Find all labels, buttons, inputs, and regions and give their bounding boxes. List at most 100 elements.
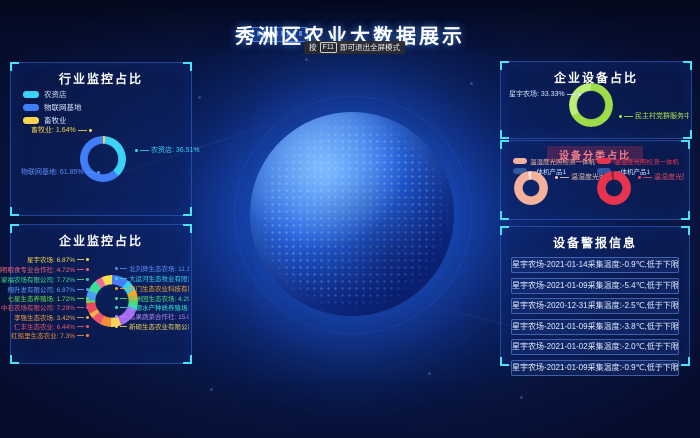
corner-accent xyxy=(500,226,509,235)
legend-swatch xyxy=(23,91,39,98)
chart-label: 红船里生态农业: 7.3% xyxy=(13,330,89,340)
alarm-list-item: 星宇农场-2021-01-09采集温度:-3.8℃,低于下限:0℃ xyxy=(511,319,679,335)
chart-label-minzhu: 民主村党群服务中心: xyxy=(619,111,689,121)
corner-accent xyxy=(500,140,509,149)
alarm-list-item: 星宇农场-2020-12-31采集温度:-2.5℃,低于下限:0℃ xyxy=(511,298,679,314)
alarm-list-item: 星宇农场-2021-01-14采集温度:-0.9℃,低于下限:0℃ xyxy=(511,257,679,273)
chart-label-livestock: 畜牧业: 1.64% xyxy=(31,125,92,135)
legend-label: 农资店 xyxy=(44,89,67,100)
chart-label: 瓜果蔬菜合作社: 15.02% xyxy=(115,311,189,321)
chart-label-text: 北刘舜生态农场: 11.16% xyxy=(129,263,189,273)
corner-accent xyxy=(681,140,690,149)
corner-accent xyxy=(681,211,690,220)
bg-dot xyxy=(210,388,213,391)
chart-label: 新硕生态农业有限公司: 6.87% xyxy=(115,321,189,331)
callout-line xyxy=(77,335,84,336)
enterprise-panel-title: 企业监控占比 xyxy=(11,232,191,249)
chart-label-text: 中石农场有限公司: 7.29% xyxy=(1,302,75,312)
legend-label: 物联网基地 xyxy=(44,102,82,113)
callout-dot xyxy=(135,149,138,152)
bg-dot xyxy=(305,58,308,61)
fullscreen-tip-suffix: 即可退出全屏模式 xyxy=(340,42,400,53)
panel-device-classification: 设备分类占比 温湿度光照检测一体机 一体机产品1 温湿度光照检测一 温湿度光照检… xyxy=(500,140,690,220)
callout-line xyxy=(77,289,84,290)
legend-item[interactable]: 温湿度光照检测一体机 xyxy=(513,157,595,165)
callout-line xyxy=(77,317,84,318)
legend-swatch xyxy=(23,104,39,111)
callout-dot xyxy=(86,316,89,319)
callout-line xyxy=(140,150,149,151)
corner-accent xyxy=(500,357,509,366)
chart-label-text: 农资店: 36.51% xyxy=(151,145,200,155)
callout-line xyxy=(120,307,127,308)
alarm-list-item: 星宇农场-2021-01-09采集温度:-0.9℃,低于下限:0℃ xyxy=(511,360,679,376)
legend-label: 温湿度光照检测一体机 xyxy=(614,156,679,166)
corner-accent xyxy=(183,207,192,216)
f11-key-badge: F11 xyxy=(320,42,338,53)
legend-item[interactable]: 农资店 xyxy=(23,89,82,100)
callout-dot xyxy=(86,306,89,309)
callout-dot xyxy=(86,268,89,271)
callout-line xyxy=(624,116,633,117)
corner-accent xyxy=(683,130,692,139)
callout-line xyxy=(120,268,127,269)
callout-line xyxy=(120,316,127,317)
chart-label: 剑明粮食专业合作社: 4.72% xyxy=(13,264,89,274)
chart-label-text: 新硕生态农业有限公司: 6.87% xyxy=(129,321,189,331)
corner-accent xyxy=(183,355,192,364)
fullscreen-tip-prefix: 按 xyxy=(309,42,317,53)
chart-label: 温湿度光照检测一 xyxy=(638,172,684,182)
callout-dot xyxy=(555,176,558,179)
alarm-list-item: 星宇农场-2021-01-02采集温度:-2.0℃,低于下限:0℃ xyxy=(511,339,679,355)
corner-accent xyxy=(10,355,19,364)
class-left-donut-chart[interactable] xyxy=(514,171,548,205)
callout-dot xyxy=(86,325,89,328)
bg-dot xyxy=(470,82,473,85)
callout-line xyxy=(77,307,84,308)
legend-label: 温湿度光照检测一体机 xyxy=(530,156,595,166)
corner-accent xyxy=(681,357,690,366)
chart-label-xingyu: 星宇农场: 33.33% xyxy=(509,89,581,99)
callout-line xyxy=(86,172,95,173)
chart-label-text: 畜牧业: 1.64% xyxy=(31,125,76,135)
callout-dot xyxy=(115,297,118,300)
chart-label: 中石农场有限公司: 7.29% xyxy=(13,302,89,312)
callout-line xyxy=(120,326,127,327)
corner-accent xyxy=(183,224,192,233)
corner-accent xyxy=(500,130,509,139)
legend-item[interactable]: 温湿度光照检测一体机 xyxy=(597,157,679,165)
chart-label-agristore: 农资店: 36.51% xyxy=(135,145,200,155)
legend-swatch xyxy=(513,158,527,164)
callout-dot xyxy=(115,277,118,280)
callout-dot xyxy=(86,258,89,261)
chart-label-text: 民主村党群服务中心: xyxy=(635,111,689,121)
chart-label: 温湿度光照检测一 xyxy=(555,172,603,182)
callout-dot xyxy=(638,176,641,179)
chart-label-text: 大运河生态牧业有限责任公 xyxy=(129,273,189,283)
globe-highlight xyxy=(250,112,454,316)
callout-dot xyxy=(578,93,581,96)
callout-line xyxy=(120,298,127,299)
legend-swatch xyxy=(23,117,39,124)
callout-line xyxy=(77,298,84,299)
corner-accent xyxy=(681,226,690,235)
earth-globe xyxy=(250,112,454,316)
callout-line xyxy=(120,288,127,289)
class-right-donut-chart[interactable] xyxy=(597,171,631,205)
callout-dot xyxy=(86,334,89,337)
callout-dot xyxy=(115,315,118,318)
chart-label-text: 星宇农场: 33.33% xyxy=(509,89,565,99)
corner-accent xyxy=(10,207,19,216)
callout-dot xyxy=(115,325,118,328)
chart-label-text: 红船里生态农业: 7.3% xyxy=(11,330,75,340)
fullscreen-exit-tooltip: 按 F11 即可退出全屏模式 xyxy=(304,41,405,54)
legend-item[interactable]: 物联网基地 xyxy=(23,102,82,113)
chart-label-text: 温湿度光照检测一 xyxy=(654,172,684,182)
bg-dot xyxy=(198,96,201,99)
corner-accent xyxy=(683,61,692,70)
callout-dot xyxy=(115,306,118,309)
chart-label-text: 瓜果蔬菜合作社: 15.02% xyxy=(129,311,189,321)
callout-line xyxy=(560,177,569,178)
callout-line xyxy=(77,326,84,327)
callout-line xyxy=(120,278,127,279)
